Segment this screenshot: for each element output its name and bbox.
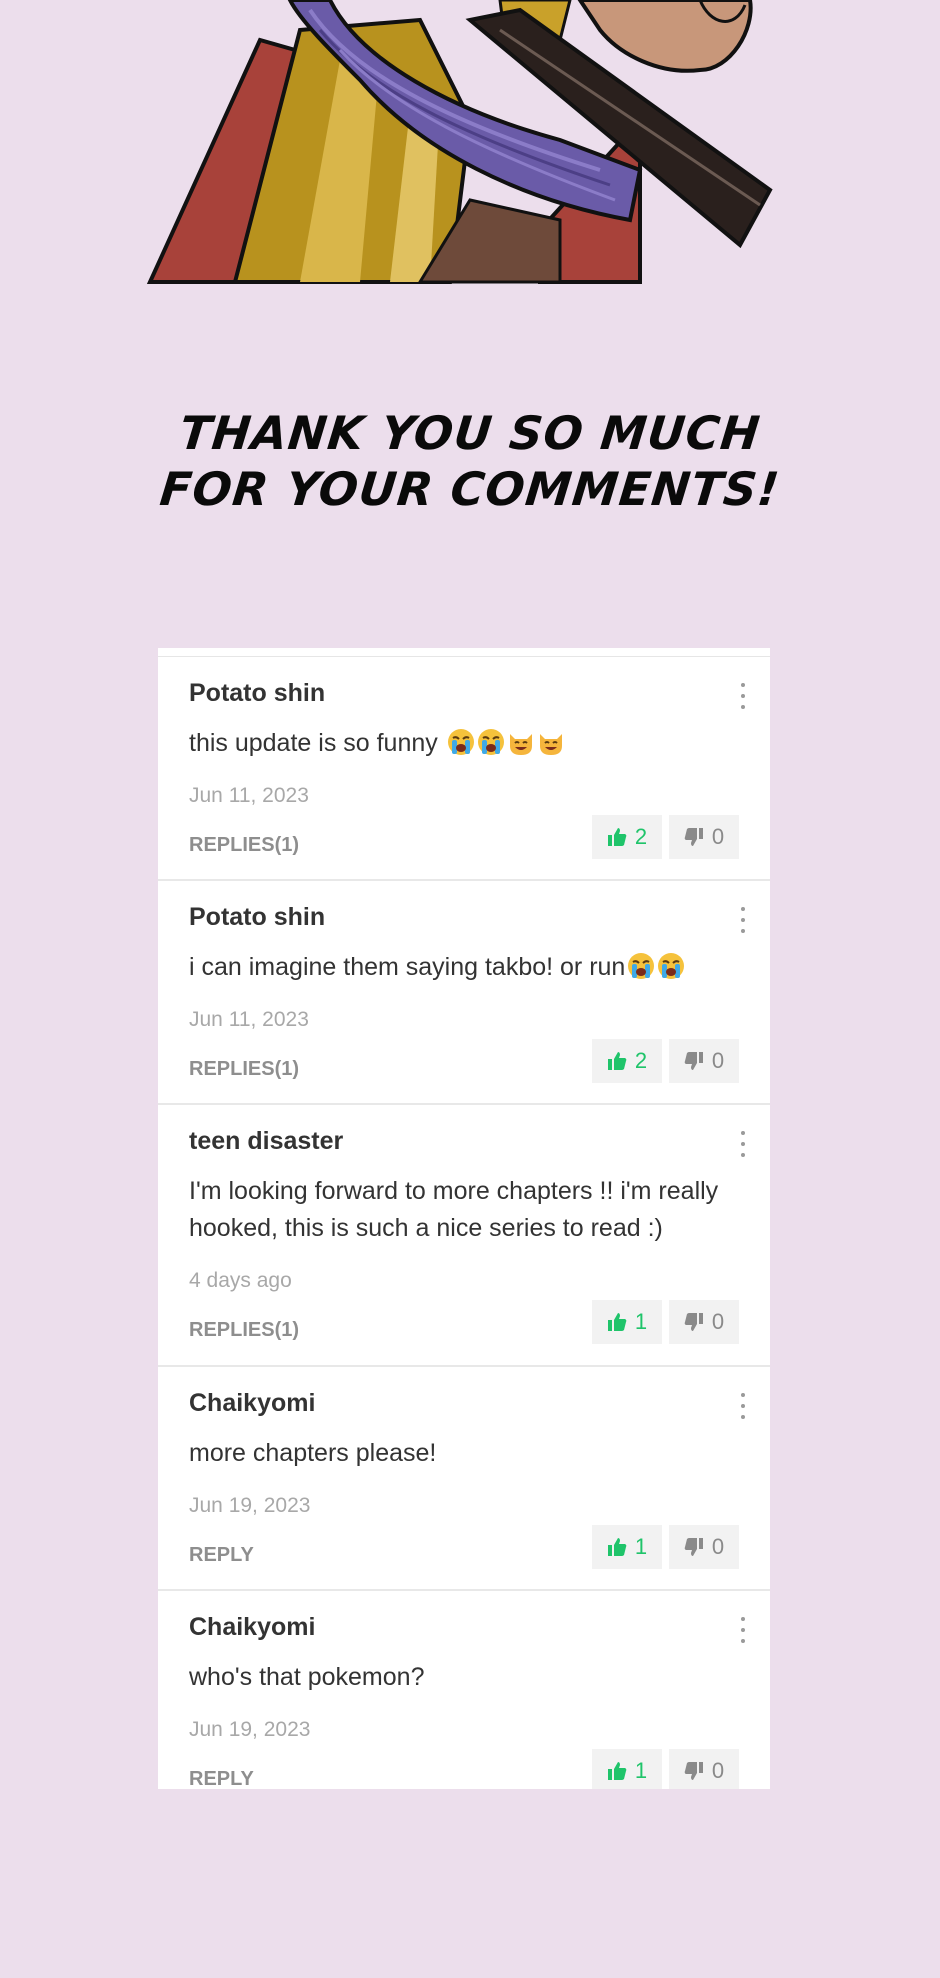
comment-author[interactable]: Potato shin (189, 903, 325, 932)
thumbs-up-icon (607, 1313, 627, 1331)
like-count: 1 (634, 1309, 648, 1334)
thumbs-down-icon (684, 1052, 703, 1070)
more-options-icon[interactable] (740, 1393, 746, 1419)
comment-text-content: i can imagine them saying takbo! or run (189, 953, 626, 981)
dislike-button[interactable]: 0 (669, 1525, 739, 1569)
comment-date: Jun 11, 2023 (189, 784, 309, 807)
more-options-icon[interactable] (740, 907, 746, 933)
dislike-button[interactable]: 0 (669, 1749, 739, 1789)
comment-text: I'm looking forward to more chapters !! … (189, 1177, 719, 1242)
more-options-icon[interactable] (740, 1617, 746, 1643)
comment-date: Jun 19, 2023 (189, 1718, 311, 1741)
thumbs-down-icon (684, 828, 703, 846)
dislike-count: 0 (711, 1758, 725, 1783)
thumbs-down-icon (684, 1762, 703, 1780)
comment-author[interactable]: Chaikyomi (189, 1613, 315, 1642)
grinning-cat-icon (537, 728, 565, 756)
more-options-icon[interactable] (740, 1131, 746, 1157)
like-button[interactable]: 2 (592, 1039, 662, 1083)
thumbs-up-icon (607, 1052, 627, 1070)
thumbs-down-icon (684, 1313, 703, 1331)
reply-link[interactable]: REPLY (189, 1768, 254, 1789)
comment-author[interactable]: Potato shin (189, 679, 325, 708)
thumbs-up-icon (607, 1538, 627, 1556)
comment-text: more chapters please! (189, 1439, 437, 1467)
like-count: 1 (634, 1534, 648, 1559)
like-button[interactable]: 1 (592, 1525, 662, 1569)
comment-item: teen disaster I'm looking forward to mor… (158, 1105, 770, 1367)
dislike-count: 0 (711, 824, 725, 849)
dislike-button[interactable]: 0 (669, 815, 739, 859)
comment-date: Jun 11, 2023 (189, 1008, 309, 1031)
dislike-count: 0 (711, 1534, 725, 1559)
dislike-count: 0 (711, 1048, 725, 1073)
vote-buttons: 1 0 (592, 1525, 739, 1569)
panel-top-divider (158, 648, 770, 657)
grinning-cat-icon (507, 728, 535, 756)
replies-link[interactable]: REPLIES(1) (189, 1058, 299, 1081)
vote-buttons: 2 0 (592, 1039, 739, 1083)
thumbs-up-icon (607, 828, 627, 846)
loudly-crying-face-icon (627, 952, 655, 980)
vote-buttons: 1 0 (592, 1749, 739, 1789)
comment-author[interactable]: Chaikyomi (189, 1389, 315, 1418)
like-button[interactable]: 1 (592, 1300, 662, 1344)
like-count: 2 (634, 1048, 648, 1073)
like-button[interactable]: 2 (592, 815, 662, 859)
comment-date: 4 days ago (189, 1269, 292, 1292)
comment-item: Potato shin i can imagine them saying ta… (158, 881, 770, 1105)
banner-line-1: THANK YOU SO MUCH (176, 406, 764, 460)
comment-date: Jun 19, 2023 (189, 1494, 311, 1517)
comment-text-content: this update is so funny (189, 729, 438, 757)
vote-buttons: 1 0 (592, 1300, 739, 1344)
comment-author[interactable]: teen disaster (189, 1127, 343, 1156)
comments-panel: Potato shin this update is so funny Jun … (158, 648, 770, 1789)
loudly-crying-face-icon (477, 728, 505, 756)
comment-text: who's that pokemon? (189, 1663, 425, 1691)
comment-item: Chaikyomi who's that pokemon? Jun 19, 20… (158, 1591, 770, 1789)
comment-item: Chaikyomi more chapters please! Jun 19, … (158, 1367, 770, 1591)
comic-panel-illustration (0, 0, 940, 290)
thank-you-banner: THANK YOU SO MUCH FOR YOUR COMMENTS! (0, 405, 940, 517)
comment-text: this update is so funny (189, 725, 739, 762)
replies-link[interactable]: REPLIES(1) (189, 834, 299, 857)
loudly-crying-face-icon (657, 952, 685, 980)
comment-text: i can imagine them saying takbo! or run (189, 949, 739, 986)
comment-item: Potato shin this update is so funny Jun … (158, 657, 770, 881)
thumbs-up-icon (607, 1762, 627, 1780)
thumbs-down-icon (684, 1538, 703, 1556)
replies-link[interactable]: REPLIES(1) (189, 1319, 299, 1342)
like-count: 1 (634, 1758, 648, 1783)
more-options-icon[interactable] (740, 683, 746, 709)
vote-buttons: 2 0 (592, 815, 739, 859)
reply-link[interactable]: REPLY (189, 1544, 254, 1567)
dislike-count: 0 (711, 1309, 725, 1334)
like-count: 2 (634, 824, 648, 849)
like-button[interactable]: 1 (592, 1749, 662, 1789)
loudly-crying-face-icon (447, 728, 475, 756)
banner-line-2: FOR YOUR COMMENTS! (157, 462, 783, 516)
dislike-button[interactable]: 0 (669, 1300, 739, 1344)
dislike-button[interactable]: 0 (669, 1039, 739, 1083)
